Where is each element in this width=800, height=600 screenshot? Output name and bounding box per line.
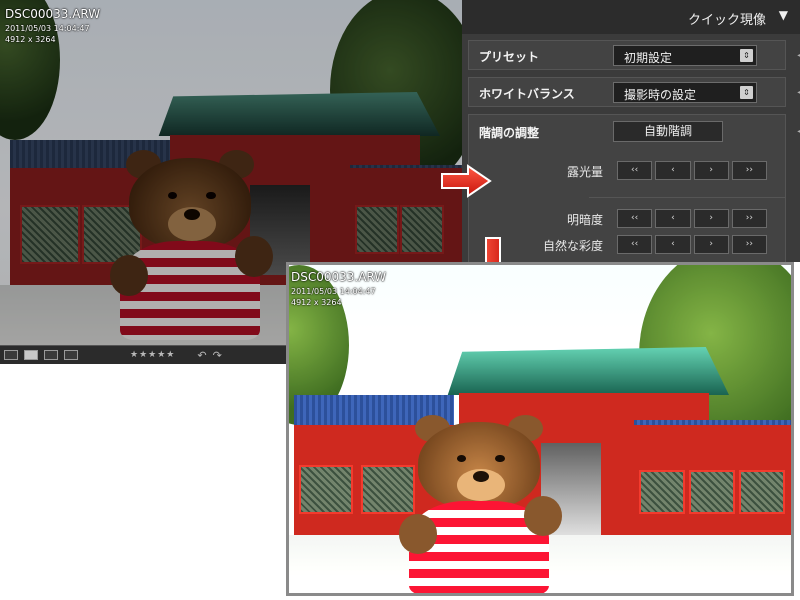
after-dimensions: 4912 x 3264: [291, 298, 342, 307]
white-balance-label: ホワイトバランス: [479, 87, 575, 101]
tone-adjust-group: 階調の調整 自動階調 ◀ 露光量 ‹‹ ‹ › ›› 明暗度 ‹‹ ‹ › ››…: [468, 114, 800, 264]
panel-header[interactable]: クイック現像 ▼: [462, 0, 800, 34]
vibrance-large-decrease-button[interactable]: ‹‹: [617, 235, 653, 254]
clarity-decrease-button[interactable]: ‹: [655, 209, 691, 228]
exposure-large-increase-button[interactable]: ››: [731, 161, 767, 180]
after-photo: DSC00033.ARW 2011/05/03 14:04:47 4912 x …: [289, 265, 791, 593]
spin-icon: ⇕: [740, 49, 753, 62]
before-dimensions: 4912 x 3264: [5, 35, 56, 44]
tone-adjust-label: 階調の調整: [479, 126, 540, 140]
rotate-right-icon[interactable]: ↷: [213, 349, 222, 362]
clarity-stepper: ‹‹ ‹ › ››: [617, 209, 767, 228]
exposure-increase-button[interactable]: ›: [693, 161, 729, 180]
vibrance-label: 自然な彩度: [542, 239, 603, 253]
clarity-increase-button[interactable]: ›: [693, 209, 729, 228]
before-datetime: 2011/05/03 14:04:47: [5, 24, 90, 33]
clarity-label: 明暗度: [566, 213, 603, 227]
collapse-arrow-icon[interactable]: ▼: [779, 8, 788, 22]
auto-tone-button[interactable]: 自動階調: [613, 121, 723, 142]
exposure-large-decrease-button[interactable]: ‹‹: [617, 161, 653, 180]
compare-view-icon[interactable]: [44, 350, 58, 360]
rating-stars[interactable]: ★★★★★: [130, 350, 175, 360]
white-balance-row: ホワイトバランス 撮影時の設定 ⇕ ◀: [468, 77, 800, 107]
right-arrow-icon: [441, 164, 492, 198]
exposure-stepper: ‹‹ ‹ › ››: [617, 161, 767, 180]
teddy-bear: [399, 415, 563, 593]
spin-icon: ⇕: [740, 86, 753, 99]
photo-scene: [289, 265, 791, 593]
rotate-left-icon[interactable]: ↶: [197, 349, 206, 362]
survey-view-icon[interactable]: [64, 350, 78, 360]
grid-view-icon[interactable]: [24, 350, 38, 360]
single-view-icon[interactable]: [4, 350, 18, 360]
vibrance-large-increase-button[interactable]: ››: [731, 235, 767, 254]
vibrance-increase-button[interactable]: ›: [693, 235, 729, 254]
vibrance-decrease-button[interactable]: ‹: [655, 235, 691, 254]
white-balance-select[interactable]: 撮影時の設定 ⇕: [613, 82, 757, 103]
preset-row: プリセット 初期設定 ⇕ ◀: [468, 40, 800, 70]
vibrance-stepper: ‹‹ ‹ › ››: [617, 235, 767, 254]
preset-select[interactable]: 初期設定 ⇕: [613, 45, 757, 66]
after-filename: DSC00033.ARW: [291, 270, 387, 284]
exposure-decrease-button[interactable]: ‹: [655, 161, 691, 180]
clarity-large-decrease-button[interactable]: ‹‹: [617, 209, 653, 228]
exposure-label: 露光量: [566, 165, 603, 179]
quick-develop-panel: クイック現像 ▼ プリセット 初期設定 ⇕ ◀ ホワイトバランス 撮影時の設定 …: [462, 0, 800, 264]
clarity-large-increase-button[interactable]: ››: [731, 209, 767, 228]
teddy-bear: [110, 150, 274, 340]
preset-label: プリセット: [479, 50, 540, 64]
after-viewer-window: DSC00033.ARW 2011/05/03 14:04:47 4912 x …: [286, 262, 794, 596]
before-filename: DSC00033.ARW: [5, 7, 101, 21]
after-datetime: 2011/05/03 14:04:47: [291, 287, 376, 296]
panel-title: クイック現像: [687, 13, 766, 28]
